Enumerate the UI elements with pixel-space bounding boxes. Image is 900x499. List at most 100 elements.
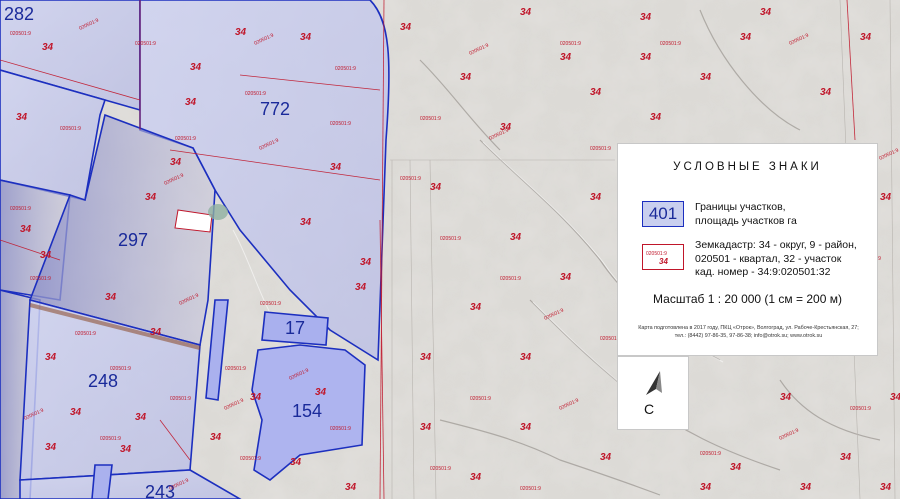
okrug-code: 34 (650, 112, 662, 123)
cadastral-number: 020501:9 (100, 436, 121, 442)
north-arrow-icon (646, 371, 662, 395)
okrug-code: 34 (520, 7, 532, 18)
legend-parcel-line-2: площадь участков га (695, 215, 797, 227)
cadastral-number: 020501:9 (850, 406, 871, 412)
cadastral-number: 020501:9 (700, 451, 721, 457)
cadastral-number: 020501:9 (330, 121, 351, 127)
cadastral-number: 020501:9 (335, 66, 356, 72)
legend-parcel-swatch: 401 (642, 201, 684, 227)
okrug-code: 34 (470, 302, 482, 313)
okrug-code: 34 (145, 192, 157, 203)
okrug-code: 34 (315, 387, 327, 398)
cadastral-number: 020501:9 (135, 41, 156, 47)
legend-cadastre-text: Земкадастр: 34 - округ, 9 - район, 02050… (695, 239, 875, 280)
cadastral-number: 020501:9 (75, 331, 96, 337)
cadastral-number: 020501:9 (260, 301, 281, 307)
okrug-code: 34 (730, 462, 742, 473)
okrug-code: 34 (520, 422, 532, 433)
cadastral-number: 020501:9 (240, 456, 261, 462)
legend-parcel-text: Границы участков, площадь участков га (695, 200, 865, 228)
cadastral-number: 020501:9 (400, 176, 421, 182)
cadastral-number: 020501:9 (110, 366, 131, 372)
cadastral-number: 020501:9 (30, 276, 51, 282)
legend-footer: Карта подготовлена в 2017 году, ПКЦ «Отр… (626, 324, 871, 340)
cadastral-number: 020501:9 (10, 206, 31, 212)
okrug-code: 34 (235, 27, 247, 38)
cadastral-number: 020501:9 (170, 396, 191, 402)
parcel-label-154: 154 (292, 401, 322, 421)
okrug-code: 34 (345, 482, 357, 493)
cadastral-number: 020501:9 (330, 426, 351, 432)
legend-cadastre-line-3: кад. номер - 34:9:020501:32 (695, 266, 831, 278)
pond (208, 204, 228, 220)
okrug-code: 34 (290, 457, 302, 468)
okrug-code: 34 (300, 217, 312, 228)
parcel-label-297: 297 (118, 230, 148, 250)
parcel-label-772: 772 (260, 99, 290, 119)
legend-footer-line-2: тел.: (8442) 97-86-35, 97-86-38; info@ot… (674, 333, 823, 339)
okrug-code: 34 (40, 250, 52, 261)
okrug-code: 34 (360, 257, 372, 268)
parcel-bottom[interactable] (91, 464, 113, 499)
legend-cadastre-line-2: 020501 - квартал, 32 - участок (695, 252, 842, 265)
cadastral-number: 020501:9 (225, 366, 246, 372)
okrug-code: 34 (42, 42, 54, 53)
cadastral-number: 020501:9 (500, 276, 521, 282)
okrug-code: 34 (880, 192, 892, 203)
cadastral-number: 020501:9 (10, 31, 31, 37)
okrug-code: 34 (135, 412, 147, 423)
cadastral-number: 020501:9 (175, 136, 196, 142)
north-letter: С (643, 401, 655, 417)
okrug-code: 34 (45, 442, 57, 453)
okrug-code: 34 (105, 292, 117, 303)
okrug-code: 34 (740, 32, 752, 43)
legend-cadastre-swatch: 020501:9 34 (642, 244, 684, 270)
okrug-code: 34 (185, 97, 197, 108)
cadastral-number: 020501:9 (430, 466, 451, 472)
okrug-code: 34 (400, 22, 412, 33)
okrug-code: 34 (470, 472, 482, 483)
legend-title: УСЛОВНЫЕ ЗНАКИ (673, 161, 822, 173)
okrug-code: 34 (300, 32, 312, 43)
cadastral-number: 020501:9 (60, 126, 81, 132)
okrug-code: 34 (250, 392, 262, 403)
okrug-code: 34 (760, 7, 772, 18)
okrug-code: 34 (45, 352, 57, 363)
legend-parcel-line-1: Границы участков, (695, 201, 786, 213)
okrug-code: 34 (210, 432, 222, 443)
okrug-code: 34 (780, 392, 792, 403)
okrug-code: 34 (16, 112, 28, 123)
okrug-code: 34 (590, 87, 602, 98)
okrug-code: 34 (150, 327, 162, 338)
okrug-code: 34 (70, 407, 82, 418)
okrug-code: 34 (640, 12, 652, 23)
okrug-code: 34 (890, 392, 900, 403)
okrug-code: 34 (420, 352, 432, 363)
cadastral-number: 020501:9 (520, 486, 541, 492)
parcel-label-248: 248 (88, 371, 118, 391)
cadastral-number: 020501:9 (245, 91, 266, 97)
okrug-code: 34 (600, 452, 612, 463)
cadastral-number: 020501:9 (590, 146, 611, 152)
cadastral-number: 020501:9 (660, 41, 681, 47)
okrug-code: 34 (640, 52, 652, 63)
okrug-code: 34 (880, 482, 892, 493)
okrug-code: 34 (355, 282, 367, 293)
okrug-code: 34 (800, 482, 812, 493)
cadastral-number: 020501:9 (560, 41, 581, 47)
parcel-label-282: 282 (4, 4, 34, 24)
legend-cadastre-okrug: 34 (659, 257, 668, 266)
okrug-code: 34 (840, 452, 852, 463)
okrug-code: 34 (560, 52, 572, 63)
north-arrow-box: С (617, 356, 689, 430)
okrug-code: 34 (520, 352, 532, 363)
okrug-code: 34 (860, 32, 872, 43)
map-legend: УСЛОВНЫЕ ЗНАКИ 401 Границы участков, пло… (617, 143, 878, 356)
okrug-code: 34 (20, 224, 32, 235)
okrug-code: 34 (420, 422, 432, 433)
okrug-code: 34 (590, 192, 602, 203)
cadastral-number: 020501:9 (470, 396, 491, 402)
okrug-code: 34 (430, 182, 442, 193)
okrug-code: 34 (190, 62, 202, 73)
okrug-code: 34 (460, 72, 472, 83)
